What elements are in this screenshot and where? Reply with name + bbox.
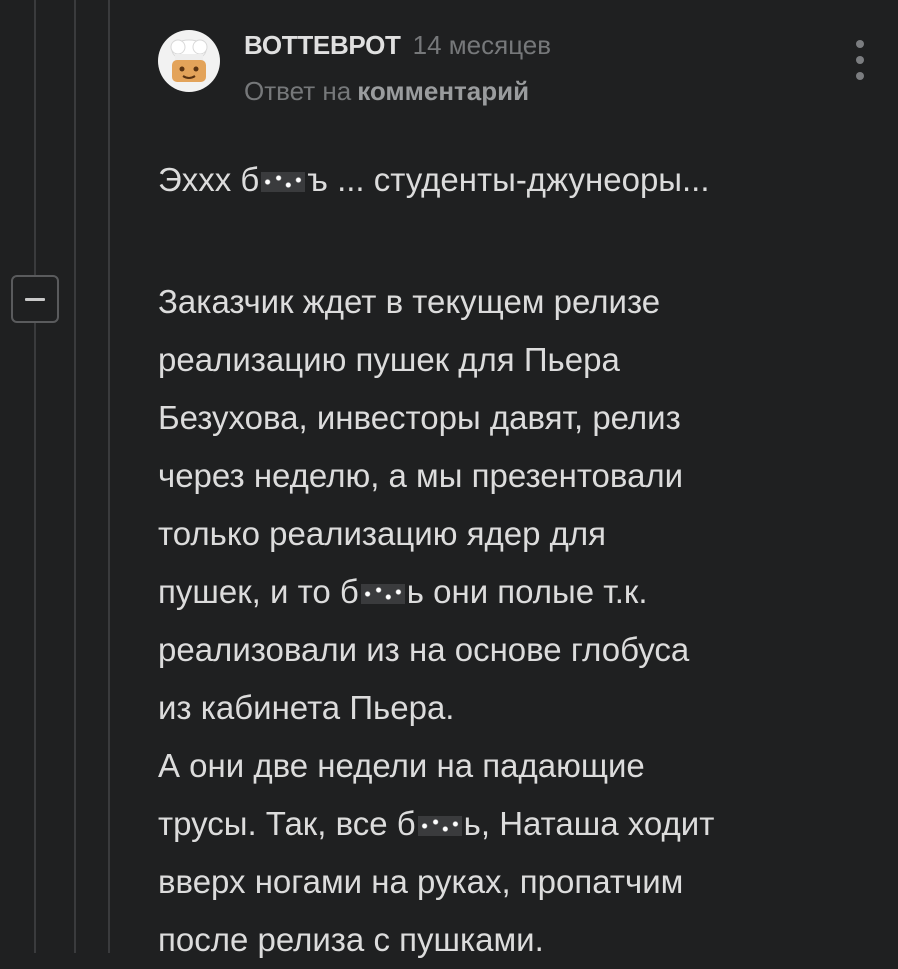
author-name[interactable]: ВОТТЕВРОТ xyxy=(244,30,401,60)
comment-line: после релиза с пушками. xyxy=(158,921,544,958)
comment-line: реализовали из на основе глобуса xyxy=(158,631,690,668)
chef-avatar-icon[interactable] xyxy=(158,30,220,92)
comment-line: вверх ногами на руках, пропатчим xyxy=(158,863,684,900)
censored-word xyxy=(417,816,462,837)
collapse-thread-button[interactable] xyxy=(11,275,59,323)
comment-line: реализацию пушек для Пьера xyxy=(158,341,620,378)
comment-line: Заказчик ждет в текущем релизе xyxy=(158,283,661,320)
reply-to: Ответ на комментарий xyxy=(244,76,529,107)
comment-line: через неделю, а мы презентовали xyxy=(158,457,684,494)
more-vertical-icon[interactable] xyxy=(852,40,868,80)
comment-line: Безухова, инвесторы давят, релиз xyxy=(158,399,681,436)
reply-to-comment-link[interactable]: комментарий xyxy=(357,76,529,106)
reply-prefix: Ответ на xyxy=(244,76,352,106)
comment-line: Эххх бъ ... студенты-джунеоры... xyxy=(158,161,710,198)
thread-line xyxy=(108,0,110,953)
comment-line: пушек, и то бь они полые т.к. xyxy=(158,573,648,610)
censored-word xyxy=(360,584,405,605)
comment-line: трусы. Так, все б ь, Наташа ходит xyxy=(158,805,715,842)
comment-header: ВОТТЕВРОТ 14 месяцев xyxy=(244,30,551,61)
comment-line: только реализацию ядер для xyxy=(158,515,607,552)
comment-line: из кабинета Пьера. xyxy=(158,689,455,726)
minus-icon xyxy=(25,297,45,301)
comment-time: 14 месяцев xyxy=(412,30,552,60)
thread-line xyxy=(34,0,36,953)
censored-word xyxy=(261,172,306,193)
comment-line: А они две недели на падающие xyxy=(158,747,645,784)
thread-line xyxy=(74,0,76,953)
comment-body: Эххх бъ ... студенты-джунеоры... Заказчи… xyxy=(158,151,878,969)
